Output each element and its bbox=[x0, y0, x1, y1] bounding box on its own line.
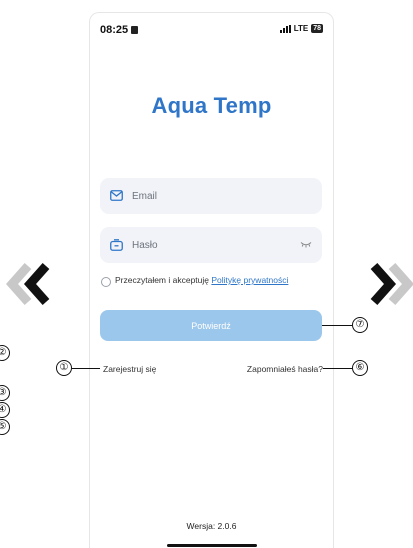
app-logo: Aqua Temp bbox=[151, 93, 272, 118]
chevron-double-right-icon bbox=[370, 263, 413, 305]
lock-icon bbox=[110, 239, 123, 251]
email-field[interactable] bbox=[100, 178, 322, 214]
forgot-password-link[interactable]: Zapomniałeś hasła? bbox=[247, 364, 323, 374]
marker-4: ④ bbox=[0, 402, 10, 418]
marker-7: ⑦ bbox=[352, 317, 368, 333]
email-icon bbox=[110, 190, 123, 201]
network-label: LTE bbox=[293, 24, 309, 33]
password-input[interactable] bbox=[132, 227, 292, 263]
eye-closed-icon[interactable] bbox=[300, 241, 312, 248]
email-input[interactable] bbox=[132, 178, 292, 214]
marker-5: ⑤ bbox=[0, 419, 10, 435]
marker-2: ② bbox=[0, 345, 10, 361]
previous-arrow-button[interactable] bbox=[5, 260, 52, 308]
marker-6: ⑥ bbox=[352, 360, 368, 376]
marker-1: ① bbox=[56, 360, 72, 376]
sim-icon bbox=[131, 26, 139, 34]
signal-icon bbox=[279, 24, 291, 33]
marker-1-line bbox=[72, 368, 100, 369]
status-time: 08:25 bbox=[100, 24, 139, 36]
privacy-policy-link[interactable]: Politykę prywatności bbox=[211, 275, 288, 285]
status-indicators: LTE 78 bbox=[279, 24, 323, 33]
confirm-button[interactable]: Potwierdź bbox=[100, 310, 322, 341]
chevron-double-left-icon bbox=[5, 263, 50, 305]
consent-text: Przeczytałem i akceptuję bbox=[115, 275, 212, 285]
next-arrow-button[interactable] bbox=[368, 260, 413, 308]
battery-icon: 78 bbox=[311, 24, 323, 33]
marker-7-line bbox=[322, 325, 352, 326]
password-field[interactable] bbox=[100, 227, 322, 263]
phone-screen: 08:25 LTE 78 Aqua Temp Prz bbox=[89, 12, 334, 548]
marker-6-line bbox=[323, 368, 352, 369]
register-link[interactable]: Zarejestruj się bbox=[103, 364, 156, 374]
consent-radio[interactable] bbox=[101, 277, 111, 287]
version-label: Wersja: 2.0.6 bbox=[186, 521, 237, 531]
marker-3: ③ bbox=[0, 385, 10, 401]
